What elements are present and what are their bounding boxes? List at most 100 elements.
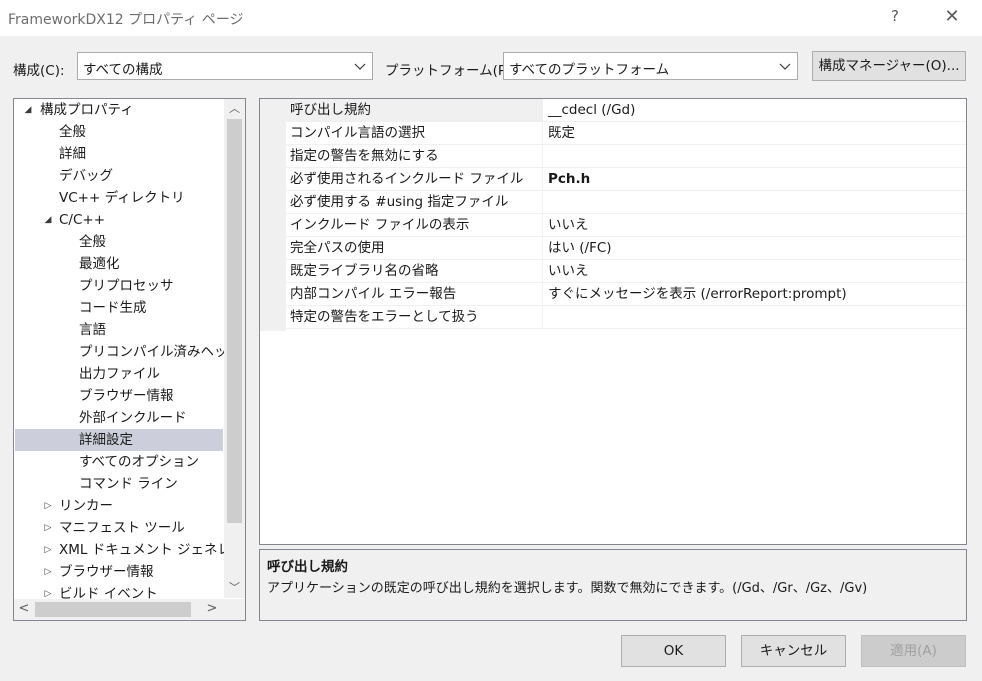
tree-item-label: ブラウザー情報 xyxy=(59,564,154,580)
help-icon[interactable]: ? xyxy=(887,7,903,27)
tree-vertical-scrollbar[interactable]: ︿ ﹀ xyxy=(224,99,245,598)
tree-item-label: 構成プロパティ xyxy=(40,102,134,118)
property-value[interactable]: 既定 xyxy=(544,122,575,144)
scroll-left-icon[interactable]: < xyxy=(14,599,34,620)
tree-item-label: ブラウザー情報 xyxy=(79,388,174,404)
tree-item[interactable]: コード生成 xyxy=(15,297,223,319)
property-name: 呼び出し規約 xyxy=(286,99,543,121)
property-grid[interactable]: 呼び出し規約 __cdecl (/Gd) コンパイル言語の選択 既定 指定の警告を無効に… xyxy=(259,98,967,545)
property-row[interactable]: 既定ライブラリ名の省略 いいえ xyxy=(286,260,966,283)
platform-dropdown[interactable]: すべてのプラットフォーム xyxy=(503,52,798,80)
ok-button-label: OK xyxy=(663,643,684,659)
tree-item[interactable]: 全般 xyxy=(15,231,223,253)
collapsed-triangle-icon[interactable]: ▷ xyxy=(42,561,54,583)
tree-item-label: C/C++ xyxy=(59,212,106,228)
platform-label: プラットフォーム(P): xyxy=(385,63,516,79)
tree-item[interactable]: ◢ 構成プロパティ xyxy=(15,99,223,121)
scroll-down-icon[interactable]: ﹀ xyxy=(224,578,245,598)
property-name: 完全パスの使用 xyxy=(286,237,543,259)
tree-item[interactable]: 全般 xyxy=(15,121,223,143)
property-value[interactable] xyxy=(544,191,548,213)
window-title: FrameworkDX12 プロパティ ページ xyxy=(8,12,244,28)
platform-value: すべてのプラットフォーム xyxy=(509,62,670,78)
property-row[interactable]: 内部コンパイル エラー報告 すぐにメッセージを表示 (/errorReport:p… xyxy=(286,283,966,306)
property-row[interactable]: コンパイル言語の選択 既定 xyxy=(286,122,966,145)
tree-item-label: コード生成 xyxy=(79,300,147,316)
property-value[interactable]: いいえ xyxy=(544,260,589,282)
tree-item[interactable]: デバッグ xyxy=(15,165,223,187)
tree-item[interactable]: すべてのオプション xyxy=(15,451,223,473)
tree-item[interactable]: ▷ XML ドキュメント ジェネレーター xyxy=(15,539,245,561)
tree-item[interactable]: 詳細 xyxy=(15,143,223,165)
collapsed-triangle-icon[interactable]: ▷ xyxy=(42,517,54,539)
tree-horizontal-scrollbar[interactable]: < > xyxy=(14,599,224,620)
config-manager-button-label: 構成マネージャー(O)... xyxy=(818,58,960,74)
tree-item[interactable]: ▷ ブラウザー情報 xyxy=(15,561,223,583)
tree-item-label: リンカー xyxy=(59,498,113,514)
collapsed-triangle-icon[interactable]: ▷ xyxy=(42,539,54,561)
tree-item[interactable]: プリコンパイル済みヘッダー xyxy=(15,341,245,363)
tree-item[interactable]: 出力ファイル xyxy=(15,363,223,385)
config-manager-button[interactable]: 構成マネージャー(O)... xyxy=(812,51,966,81)
tree-item[interactable]: 詳細設定 xyxy=(15,429,223,451)
scroll-right-icon[interactable]: > xyxy=(202,599,222,620)
tree-item[interactable]: コマンド ライン xyxy=(15,473,223,495)
apply-button[interactable]: 適用(A) xyxy=(861,635,966,667)
property-value[interactable]: __cdecl (/Gd) xyxy=(544,99,635,121)
config-dropdown[interactable]: すべての構成 xyxy=(77,52,373,80)
tree-hscroll-thumb[interactable] xyxy=(35,602,191,617)
scrollbar-corner xyxy=(224,599,245,620)
tree-item[interactable]: ▷ マニフェスト ツール xyxy=(15,517,223,539)
scroll-up-icon[interactable]: ︿ xyxy=(224,99,245,119)
property-row[interactable]: 特定の警告をエラーとして扱う xyxy=(286,306,966,329)
cancel-button[interactable]: キャンセル xyxy=(741,635,846,667)
tree-scroll-thumb[interactable] xyxy=(227,119,242,523)
property-row[interactable]: 必ず使用されるインクルード ファイル Pch.h xyxy=(286,168,966,191)
tree-item[interactable]: ◢ C/C++ xyxy=(15,209,223,231)
apply-button-label: 適用(A) xyxy=(890,643,937,659)
collapsed-triangle-icon[interactable]: ▷ xyxy=(42,495,54,517)
tree-item[interactable]: 言語 xyxy=(15,319,223,341)
ok-button[interactable]: OK xyxy=(621,635,726,667)
property-value[interactable]: Pch.h xyxy=(544,168,590,190)
property-value[interactable]: いいえ xyxy=(544,214,589,236)
config-value: すべての構成 xyxy=(83,62,163,78)
tree-item[interactable]: 最適化 xyxy=(15,253,223,275)
tree-item[interactable]: VC++ ディレクトリ xyxy=(15,187,223,209)
property-row[interactable]: 呼び出し規約 __cdecl (/Gd) xyxy=(286,99,966,122)
tree-item-label: すべてのオプション xyxy=(79,454,200,470)
property-row[interactable]: インクルード ファイルの表示 いいえ xyxy=(286,214,966,237)
expanded-triangle-icon[interactable]: ◢ xyxy=(22,99,34,121)
property-name: 既定ライブラリ名の省略 xyxy=(286,260,543,282)
grid-gutter xyxy=(260,99,286,331)
tree-item[interactable]: ▷ リンカー xyxy=(15,495,223,517)
close-icon[interactable]: ✕ xyxy=(941,7,963,29)
property-value[interactable]: はい (/FC) xyxy=(544,237,612,259)
property-value[interactable] xyxy=(544,306,548,328)
tree-item-label: コマンド ライン xyxy=(79,476,178,492)
tree-item[interactable]: プリプロセッサ xyxy=(15,275,223,297)
expanded-triangle-icon[interactable]: ◢ xyxy=(42,209,54,231)
tree-item-label: 最適化 xyxy=(79,256,120,272)
tree-item[interactable]: 外部インクルード xyxy=(15,407,223,429)
property-row[interactable]: 指定の警告を無効にする xyxy=(286,145,966,168)
tree-item-label: 出力ファイル xyxy=(79,366,160,382)
property-row[interactable]: 完全パスの使用 はい (/FC) xyxy=(286,237,966,260)
property-value[interactable]: すぐにメッセージを表示 (/errorReport:prompt) xyxy=(544,283,847,305)
tree-item[interactable]: ブラウザー情報 xyxy=(15,385,223,407)
property-row[interactable]: 必ず使用する #using 指定ファイル xyxy=(286,191,966,214)
property-value[interactable] xyxy=(544,145,548,167)
chevron-down-icon xyxy=(354,63,366,70)
tree-item-label: 詳細設定 xyxy=(79,432,133,448)
property-tree[interactable]: ◢ 構成プロパティ 全般 詳細 デバッグ VC++ ディレクトリ ◢ C/C++ 全般 最適化 プリ… xyxy=(13,98,246,621)
property-name: 特定の警告をエラーとして扱う xyxy=(286,306,543,328)
